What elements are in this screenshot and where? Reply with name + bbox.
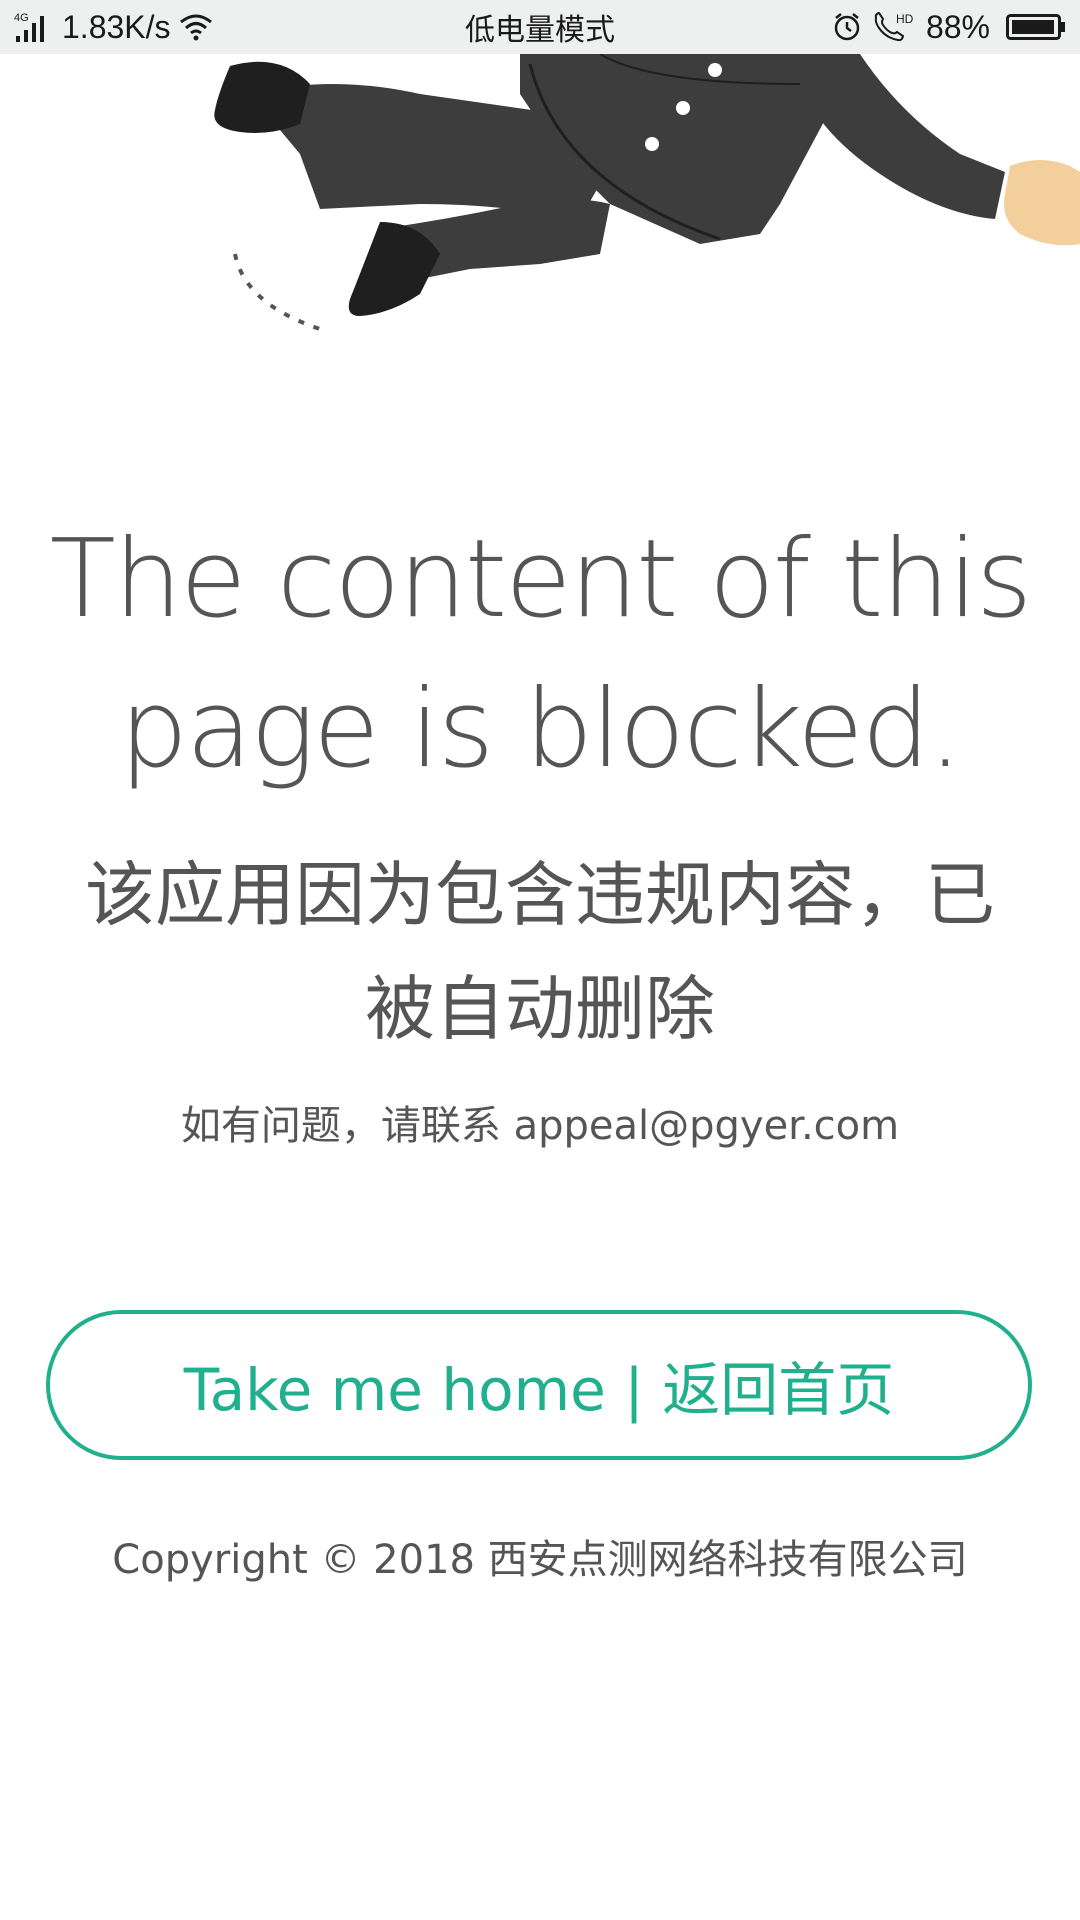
removed-notice: 该应用因为包含违规内容，已被自动删除 [85, 854, 995, 1050]
battery-level: 88% [925, 8, 990, 45]
appeal-contact: 如有问题，请联系 appeal@pgyer.com [180, 1103, 900, 1149]
battery-icon [1006, 12, 1066, 42]
status-bar-right: HD 88% [832, 0, 1066, 54]
hd-badge-label: HD [896, 12, 914, 26]
status-bar: 4G 1.83K/s 低电量模式 HD 88% [0, 0, 1080, 54]
screen: 4G 1.83K/s 低电量模式 HD 88% The content of t… [0, 0, 1080, 1920]
falling-man-illustration [0, 53, 1080, 354]
take-me-home-label: Take me home | 返回首页 [183, 1356, 895, 1424]
hd-call-icon: HD [872, 10, 916, 44]
alarm-icon [832, 12, 862, 42]
blocked-headline: The content of this page is blocked. [49, 517, 1033, 792]
copyright-notice: Copyright © 2018 西安点测网络科技有限公司 [112, 1537, 968, 1583]
take-me-home-button[interactable]: Take me home | 返回首页 [46, 1310, 1032, 1460]
